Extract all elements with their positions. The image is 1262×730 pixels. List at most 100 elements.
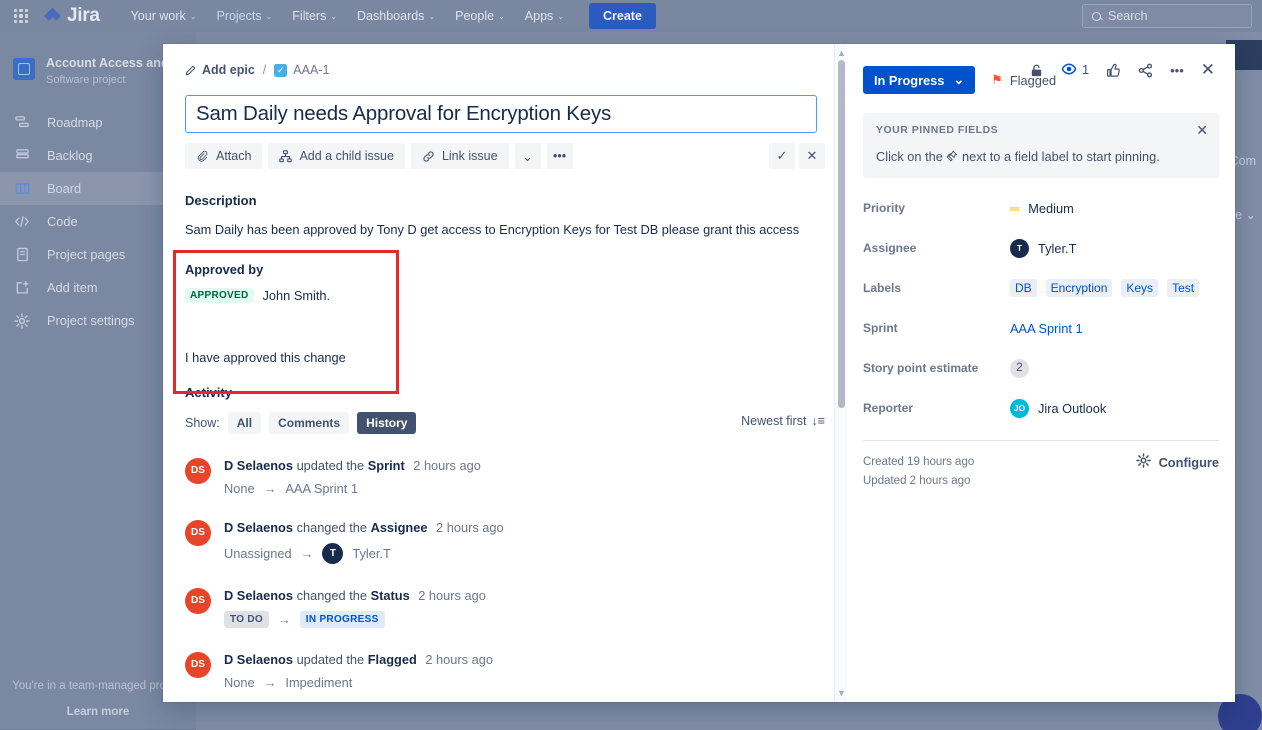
sort-order-control[interactable]: Newest first ↓≡ xyxy=(741,414,825,428)
pinned-hint-post: next to a field label to start pinning. xyxy=(962,149,1160,164)
nav-people[interactable]: People ⌄ xyxy=(446,1,514,31)
add-epic-link[interactable]: Add epic xyxy=(185,63,255,77)
status-chip-to: IN PROGRESS xyxy=(300,611,385,628)
issue-detail-modal: Add epic / ✓ AAA-1 Sam Daily needs Appro… xyxy=(163,44,1235,702)
attach-label: Attach xyxy=(216,149,251,163)
link-icon xyxy=(422,150,435,163)
link-issue-button[interactable]: Link issue xyxy=(411,143,509,169)
label-chip[interactable]: DB xyxy=(1010,279,1037,297)
field-story-points[interactable]: Story point estimate 2 xyxy=(863,348,1219,388)
add-child-issue-label: Add a child issue xyxy=(299,149,394,163)
nav-apps[interactable]: Apps ⌄ xyxy=(516,1,573,31)
assignee-avatar: T xyxy=(322,543,343,564)
filter-comments-button[interactable]: Comments xyxy=(269,412,349,434)
history-change: Unassigned → T Tyler.T xyxy=(224,543,504,564)
roadmap-icon xyxy=(13,115,31,130)
history-field: Flagged xyxy=(368,652,417,667)
create-button[interactable]: Create xyxy=(589,3,656,29)
pinned-fields-panel: YOUR PINNED FIELDS Click on the next to … xyxy=(863,113,1219,178)
backlog-icon xyxy=(13,148,31,163)
scrollbar-track[interactable] xyxy=(838,60,845,686)
jira-logo[interactable]: Jira xyxy=(44,5,100,27)
paperclip-icon xyxy=(196,150,209,163)
share-icon[interactable] xyxy=(1138,63,1153,78)
arrow-icon: → xyxy=(264,675,277,690)
nav-projects[interactable]: Projects ⌄ xyxy=(207,1,281,31)
add-child-issue-button[interactable]: Add a child issue xyxy=(268,143,405,169)
nav-dashboards[interactable]: Dashboards ⌄ xyxy=(348,1,444,31)
configure-button[interactable]: Configure xyxy=(1136,453,1219,471)
scroll-down-arrow-icon[interactable]: ▼ xyxy=(837,688,846,698)
chevron-down-icon: ⌄ xyxy=(557,12,564,21)
field-reporter[interactable]: Reporter JO Jira Outlook xyxy=(863,388,1219,428)
learn-more-link[interactable]: Learn more xyxy=(0,706,196,718)
history-entry: DS D Selaenos updated the Flagged 2 hour… xyxy=(185,652,825,690)
history-verb: changed the xyxy=(297,588,367,603)
history-from: None xyxy=(224,481,255,496)
close-icon[interactable]: ✕ xyxy=(1201,60,1215,80)
task-type-icon: ✓ xyxy=(274,64,287,77)
search-placeholder: Search xyxy=(1108,9,1148,23)
attach-button[interactable]: Attach xyxy=(185,143,262,169)
board-icon xyxy=(13,181,31,196)
field-sprint[interactable]: Sprint AAA Sprint 1 xyxy=(863,308,1219,348)
issue-title-input[interactable]: Sam Daily needs Approval for Encryption … xyxy=(185,95,817,133)
history-summary: D Selaenos updated the Sprint 2 hours ag… xyxy=(224,458,481,473)
actions-dropdown-button[interactable]: ⌄ xyxy=(515,143,541,169)
jira-issue-screen: Jira Your work ⌄ Projects ⌄ Filters ⌄ Da… xyxy=(0,0,1262,730)
apps-grid-icon[interactable] xyxy=(14,9,28,23)
field-assignee[interactable]: Assignee T Tyler.T xyxy=(863,228,1219,268)
nav-your-work[interactable]: Your work ⌄ xyxy=(122,1,206,31)
description-body[interactable]: Sam Daily has been approved by Tony D ge… xyxy=(185,221,825,240)
label-chip[interactable]: Test xyxy=(1167,279,1199,297)
search-input[interactable]: Search xyxy=(1082,4,1252,28)
nav-label: Dashboards xyxy=(357,9,424,23)
avatar: DS xyxy=(185,520,211,546)
more-options-button[interactable]: ••• xyxy=(1170,63,1184,78)
field-labels[interactable]: Labels DB Encryption Keys Test xyxy=(863,268,1219,308)
issue-key-link[interactable]: ✓ AAA-1 xyxy=(274,63,329,77)
history-change: None → Impediment xyxy=(224,675,493,690)
confirm-save-button[interactable]: ✓ xyxy=(769,143,795,169)
history-field: Status xyxy=(371,588,410,603)
actions-more-button[interactable]: ••• xyxy=(547,143,573,169)
history-to: Tyler.T xyxy=(352,546,390,561)
label-chip[interactable]: Encryption xyxy=(1046,279,1113,297)
sidebar-item-label: Backlog xyxy=(47,148,93,163)
modal-scrollbar[interactable]: ▲ ▼ xyxy=(834,44,847,702)
arrow-icon: → xyxy=(264,481,277,496)
scroll-up-arrow-icon[interactable]: ▲ xyxy=(837,48,846,58)
field-value: T Tyler.T xyxy=(1010,239,1076,258)
priority-value: Medium xyxy=(1028,201,1074,216)
gear-icon xyxy=(1136,453,1151,471)
filter-all-button[interactable]: All xyxy=(228,412,261,434)
history-verb: updated the xyxy=(297,458,365,473)
watch-issue-button[interactable]: 1 xyxy=(1061,61,1089,80)
label-chip[interactable]: Keys xyxy=(1121,279,1158,297)
history-actor: D Selaenos xyxy=(224,652,293,667)
arrow-icon: → xyxy=(278,612,291,627)
status-dropdown-button[interactable]: In Progress ⌄ xyxy=(863,66,975,94)
nav-filters[interactable]: Filters ⌄ xyxy=(283,1,346,31)
approved-by-heading: Approved by xyxy=(185,262,785,277)
reporter-value: Jira Outlook xyxy=(1038,401,1106,416)
field-label: Reporter xyxy=(863,401,1010,415)
sprint-link[interactable]: AAA Sprint 1 xyxy=(1010,321,1083,336)
close-pinned-panel-icon[interactable]: ✕ xyxy=(1196,122,1208,139)
jira-wordmark: Jira xyxy=(67,5,100,27)
created-timestamp: Created 19 hours ago xyxy=(863,453,974,472)
thumbs-up-icon[interactable] xyxy=(1106,63,1121,78)
status-label: In Progress xyxy=(874,73,944,88)
pin-icon xyxy=(946,149,962,164)
lock-icon[interactable] xyxy=(1029,63,1044,78)
scrollbar-thumb[interactable] xyxy=(838,60,845,408)
sidebar-item-label: Project pages xyxy=(47,247,125,262)
settings-gear-icon xyxy=(13,313,31,329)
avatar: DS xyxy=(185,458,211,484)
confirm-cancel-button[interactable]: ✕ xyxy=(799,143,825,169)
filter-history-button[interactable]: History xyxy=(357,412,416,434)
field-priority[interactable]: Priority ═ Medium xyxy=(863,188,1219,228)
jira-mark-icon xyxy=(44,8,61,25)
issue-sidebar-column: 1 ••• ✕ In Progress ⌄ ⚑ Flagged xyxy=(847,44,1235,702)
history-entry: DS D Selaenos changed the Assignee 2 hou… xyxy=(185,520,825,564)
